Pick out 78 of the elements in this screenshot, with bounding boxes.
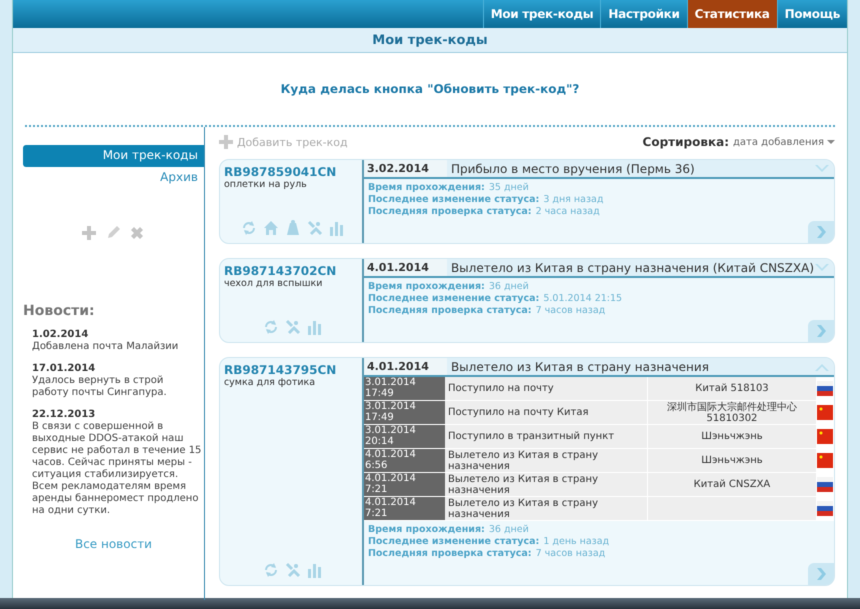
news-text: Удалось вернуть в строй работу почты Сингапура. — [32, 375, 168, 399]
event-datetime: 3.01.2014 17:49 — [364, 401, 445, 424]
chevron-down-icon[interactable] — [814, 262, 830, 274]
track-note: сумка для фотика — [224, 377, 316, 388]
event-text: Вылетело из Китая в страну назначения — [446, 497, 599, 520]
stat-label: Время прохождения: — [368, 281, 485, 292]
stat-label: Время прохождения: — [368, 182, 485, 193]
next-button[interactable] — [808, 221, 834, 243]
news-date: 17.01.2014 — [32, 363, 96, 375]
news-heading: Новости: — [23, 303, 96, 319]
sidebar-item[interactable]: Архив — [23, 167, 204, 189]
stat-label: Последняя проверка статуса: — [368, 305, 532, 316]
bar-chart-icon[interactable] — [328, 219, 346, 237]
track-note: чехол для вспышки — [224, 278, 324, 289]
news-date: 1.02.2014 — [32, 329, 90, 341]
star-flag-icon — [817, 405, 833, 420]
close-icon[interactable] — [129, 225, 146, 241]
stat-label: Время прохождения: — [368, 524, 485, 535]
track-code[interactable]: RB987143795CN — [224, 363, 362, 377]
event-text: Вылетело из Китая в страну назначения — [446, 473, 599, 496]
stat-value: 35 дней — [488, 182, 529, 193]
event-text: Поступило в транзитный пункт — [446, 430, 616, 444]
event-datetime: 3.01.2014 20:14 — [364, 425, 445, 448]
bar-chart-icon[interactable] — [306, 318, 324, 336]
sort-label: Сортировка: — [642, 135, 729, 149]
all-news-link[interactable]: Все новости — [23, 537, 204, 551]
nav-link[interactable]: Статистика — [686, 0, 777, 28]
stat-label: Последняя проверка статуса: — [368, 548, 532, 559]
event-datetime: 4.01.2014 7:21 — [364, 473, 445, 496]
notice-link[interactable]: Куда делась кнопка "Обновить трек-код"? — [280, 82, 580, 96]
plus-icon — [218, 135, 233, 149]
news-date: 22.12.2013 — [32, 409, 96, 421]
news-text: Добавлена почта Малайзии — [32, 341, 180, 353]
event-text: Поступило на почту Китая — [446, 406, 590, 420]
sidebar-item[interactable]: Мои трек-коды — [23, 145, 204, 167]
caret-icon — [827, 139, 835, 145]
status-text: Вылетело из Китая в страну назначения — [450, 360, 710, 374]
next-button[interactable] — [808, 320, 834, 342]
status-date: 4.01.2014 — [364, 358, 447, 375]
track-code[interactable]: RB987143702CN — [224, 264, 362, 278]
status-date: 4.01.2014 — [364, 259, 447, 276]
stat-value: 1 день назад — [543, 536, 610, 547]
track-code[interactable]: RB987859041CN — [224, 165, 362, 179]
chevron-right-icon — [816, 567, 826, 581]
track-note: оплетки на руль — [224, 179, 308, 190]
star-flag-icon — [817, 453, 833, 468]
stat-value: 2 часа назад — [536, 206, 600, 217]
house-icon[interactable] — [262, 219, 280, 237]
stat-label: Последнее изменение статуса: — [368, 536, 540, 547]
bar-chart-icon[interactable] — [306, 561, 324, 579]
status-date: 3.02.2014 — [364, 160, 447, 177]
event-datetime: 4.01.2014 7:21 — [364, 497, 445, 520]
stat-value: 7 часов назад — [536, 548, 606, 559]
stat-value: 36 дней — [488, 524, 529, 535]
plus-icon[interactable] — [81, 225, 98, 241]
pencil-icon[interactable] — [105, 225, 122, 241]
stat-label: Последняя проверка статуса: — [368, 206, 532, 217]
page-title: Мои трек-коды — [372, 32, 488, 48]
status-text: Прибыло в место вручения (Пермь 36) — [450, 162, 696, 176]
event-text: Поступило на почту — [446, 382, 555, 396]
stat-label: Последнее изменение статуса: — [368, 194, 540, 205]
event-text: Вылетело из Китая в страну назначения — [446, 449, 599, 472]
next-button[interactable] — [808, 563, 834, 585]
chevron-right-icon — [816, 324, 826, 338]
stat-value: 5.01.2014 21:15 — [543, 293, 622, 304]
news-text: В связи с совершенной в выходные DDOS-атакой наш сервис не работал в течение 15 часов. Сейчас приняты меры - ситуация стабилизируется. Всем рекламодателям время аренды баннеромест продлено на одни сутки. — [32, 421, 202, 517]
chevron-down-icon[interactable] — [814, 162, 830, 174]
star-flag-icon — [817, 429, 833, 444]
stat-value: 3 дня назад — [543, 194, 604, 205]
add-track-link[interactable]: Добавить трек-код — [218, 135, 348, 149]
stat-label: Последнее изменение статуса: — [368, 293, 540, 304]
stat-value: 36 дней — [488, 281, 529, 292]
status-text: Вылетело из Китая в страну назначения (Китай CNSZXA) — [450, 260, 814, 274]
stat-value: 7 часов назад — [536, 305, 606, 316]
event-datetime: 4.01.2014 6:56 — [364, 449, 445, 472]
chevron-right-icon — [816, 225, 826, 239]
event-datetime: 3.01.2014 17:49 — [364, 377, 445, 400]
sort-dropdown[interactable]: дата добавления — [733, 136, 835, 148]
